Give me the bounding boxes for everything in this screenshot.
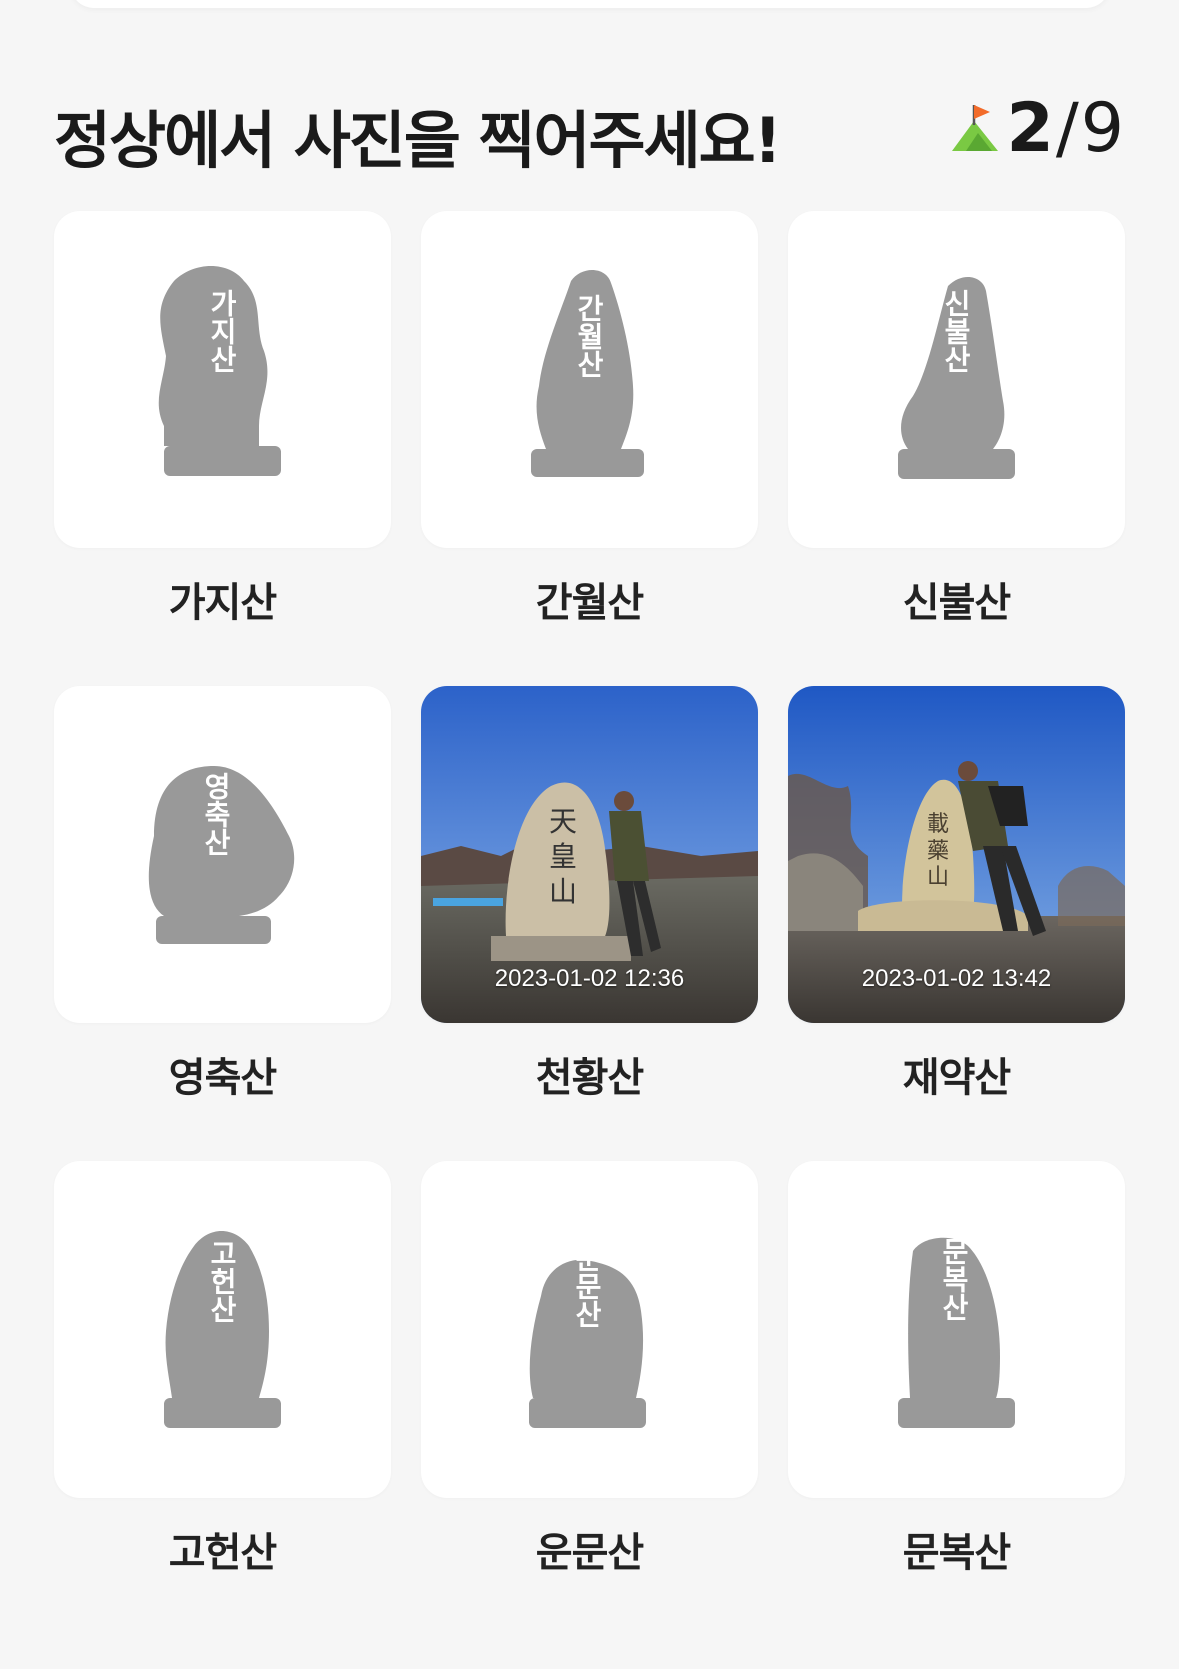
summit-stone-placeholder-icon: 고헌산 (164, 1231, 281, 1428)
mountain-name: 고헌산 (168, 1530, 277, 1576)
svg-text:藥: 藥 (927, 839, 949, 864)
photo-card[interactable]: 운문산 (421, 1161, 758, 1498)
mountain-name: 문복산 (902, 1530, 1011, 1576)
mountain-name: 가지산 (168, 580, 277, 626)
stone-engraving: 영축산 (200, 772, 233, 856)
mountain-cell[interactable]: 고헌산 고헌산 (54, 1161, 391, 1578)
svg-text:天: 天 (549, 805, 577, 838)
page-header: 정상에서 사진을 찍어주세요! 2 / 9 (54, 80, 1124, 180)
summit-photo[interactable]: 載 藥 山 2023-01-02 13:42 (788, 686, 1125, 1023)
photo-timestamp: 2023-01-02 13:42 (861, 965, 1052, 992)
stone-engraving: 신불산 (940, 289, 973, 373)
photo-card[interactable]: 문복산 (788, 1161, 1125, 1498)
progress-separator: / (1055, 88, 1079, 168)
mountain-cell[interactable]: 영축산 영축산 (54, 686, 391, 1103)
stone-engraving: 고헌산 (206, 1239, 239, 1323)
mountain-name: 천황산 (535, 1055, 644, 1101)
photo-card[interactable]: 신불산 (788, 211, 1125, 548)
mountain-name: 운문산 (535, 1530, 644, 1576)
svg-text:山: 山 (927, 865, 949, 890)
page-title: 정상에서 사진을 찍어주세요! (54, 104, 782, 177)
photo-timestamp: 2023-01-02 12:36 (494, 965, 685, 992)
summit-progress: 2 / 9 (952, 88, 1124, 168)
progress-current: 2 (1006, 88, 1054, 168)
mountain-name: 영축산 (168, 1055, 277, 1101)
photo-card[interactable]: 영축산 (54, 686, 391, 1023)
summit-stone-placeholder-icon: 간월산 (531, 269, 644, 477)
summit-stone-placeholder-icon: 가지산 (158, 266, 281, 476)
mountain-cell[interactable]: 간월산 간월산 (421, 211, 758, 628)
svg-text:皇: 皇 (549, 840, 577, 873)
progress-total: 9 (1080, 88, 1124, 168)
summit-stone-placeholder-icon: 영축산 (148, 766, 295, 944)
summit-photo[interactable]: 天 皇 山 2023-01-02 12:36 (421, 686, 758, 1023)
mountain-name: 간월산 (535, 580, 644, 626)
photo-card[interactable]: 가지산 (54, 211, 391, 548)
summit-stone-placeholder-icon: 문복산 (898, 1237, 1015, 1428)
mountain-cell[interactable]: 載 藥 山 2023-01-02 13:42 재약산 (788, 686, 1125, 1103)
stone-engraving: 간월산 (573, 294, 606, 378)
stone-engraving: 가지산 (206, 289, 239, 373)
mountain-cell[interactable]: 가지산 가지산 (54, 211, 391, 628)
previous-card-edge (70, 0, 1110, 8)
photo-card[interactable]: 고헌산 (54, 1161, 391, 1498)
stone-engraving: 문복산 (938, 1237, 971, 1321)
svg-text:載: 載 (927, 812, 949, 837)
mountain-cell[interactable]: 신불산 신불산 (788, 211, 1125, 628)
stone-engraving: 운문산 (571, 1244, 604, 1328)
mountain-name: 신불산 (902, 580, 1011, 626)
summit-stone-placeholder-icon: 운문산 (529, 1244, 646, 1428)
summit-flag-icon (952, 105, 999, 151)
summit-stone-placeholder-icon: 신불산 (898, 276, 1015, 479)
photo-card[interactable]: 간월산 (421, 211, 758, 548)
mountain-cell[interactable]: 운문산 운문산 (421, 1161, 758, 1578)
mountain-cell[interactable]: 天 皇 山 2023-01-02 12:36 천황산 (421, 686, 758, 1103)
mountain-cell[interactable]: 문복산 문복산 (788, 1161, 1125, 1578)
svg-text:山: 山 (549, 875, 577, 908)
mountain-name: 재약산 (902, 1055, 1011, 1101)
